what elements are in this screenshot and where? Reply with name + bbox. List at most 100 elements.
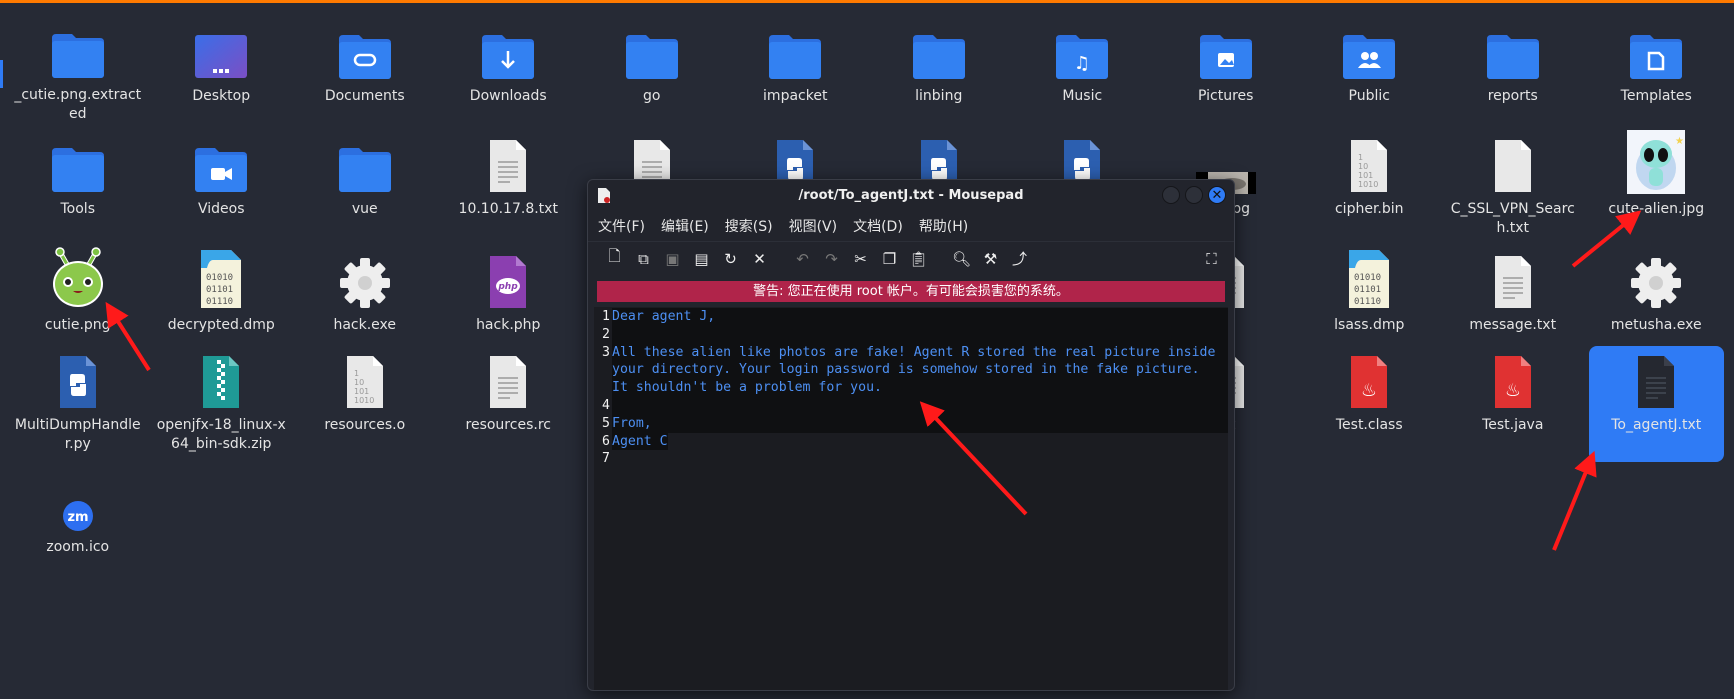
file-item[interactable]: hack.exe <box>297 246 433 340</box>
svg-text:01101: 01101 <box>1354 285 1381 295</box>
file-item[interactable]: MultiDumpHandler.py <box>10 346 146 462</box>
file-label: C_SSL_VPN_Search.txt <box>1450 201 1575 236</box>
text-editor[interactable]: 1 Dear agent J, 2 3 All these alien like pho… <box>594 307 1228 690</box>
line-text <box>612 325 1228 344</box>
folder-icon <box>622 23 682 81</box>
file-item[interactable]: ♨ Test.class <box>1302 346 1438 462</box>
file-item[interactable]: Videos <box>154 130 290 240</box>
copy-icon[interactable]: ❐ <box>875 247 904 271</box>
file-item[interactable]: Public <box>1302 17 1438 124</box>
line-number: 4 <box>602 397 610 413</box>
file-item[interactable]: Templates <box>1589 17 1725 124</box>
line-text <box>612 396 1228 415</box>
menu-document[interactable]: 文档(D) <box>853 216 903 236</box>
go-to-line-icon[interactable]: ⤴ <box>1005 247 1034 271</box>
line-number <box>594 379 612 397</box>
file-item[interactable]: 01010 01101 01110 decrypted.dmp <box>154 246 290 340</box>
menu-file[interactable]: 文件(F) <box>598 216 645 236</box>
editor-line: It shouldn't be a problem for you. <box>594 379 1228 397</box>
cut-icon[interactable]: ✂ <box>846 247 875 271</box>
file-item[interactable]: go <box>584 17 720 124</box>
file-label: Downloads <box>469 88 547 104</box>
file-item[interactable]: 01010 01101 01110 lsass.dmp <box>1302 246 1438 340</box>
file-item[interactable]: vue <box>297 130 433 240</box>
editor-line: 1 Dear agent J, <box>594 308 1228 326</box>
file-item[interactable]: Pictures <box>1158 17 1294 124</box>
file-item[interactable]: Documents <box>297 17 433 124</box>
line-number: 2 <box>602 326 610 342</box>
file-label: Tools <box>60 201 96 217</box>
cutie-image-icon <box>48 247 108 310</box>
folder-icon <box>48 136 108 194</box>
file-item[interactable]: Downloads <box>441 17 577 124</box>
file-item[interactable]: Tools <box>10 130 146 240</box>
minimize-button[interactable] <box>1162 186 1180 204</box>
file-item[interactable]: linbing <box>871 17 1007 124</box>
file-label: go <box>643 88 661 104</box>
line-number: 1 <box>602 309 610 324</box>
text-file-icon <box>1483 252 1543 310</box>
menu-view[interactable]: 视图(V) <box>789 216 838 236</box>
file-item[interactable]: openjfx-18_linux-x64_bin-sdk.zip <box>154 346 290 462</box>
file-item[interactable]: cutie.png <box>10 246 146 340</box>
line-text: Agent C <box>612 432 668 451</box>
redo-icon[interactable]: ↷ <box>817 247 846 271</box>
java-file-icon: ♨ <box>1483 352 1543 410</box>
file-item[interactable]: impacket <box>728 17 864 124</box>
close-button[interactable]: ✕ <box>1208 186 1226 204</box>
file-item[interactable]: ♫ Music <box>1015 17 1151 124</box>
file-label: Videos <box>197 201 245 217</box>
file-item[interactable]: resources.rc <box>441 346 577 462</box>
file-item[interactable]: Desktop <box>154 17 290 124</box>
file-label: Documents <box>324 88 405 104</box>
menu-help[interactable]: 帮助(H) <box>919 216 968 236</box>
line-text: From, <box>612 414 1228 433</box>
file-item[interactable]: To_agentJ.txt <box>1588 346 1724 462</box>
file-item[interactable]: reports <box>1445 17 1581 124</box>
file-label: Music <box>1062 88 1103 104</box>
title-bar[interactable]: /root/To_agentJ.txt - Mousepad ✕ <box>588 180 1234 211</box>
file-item[interactable]: zm zoom.ico <box>10 468 146 562</box>
folder-icon <box>48 23 108 80</box>
line-number: 3 <box>602 344 610 360</box>
dump-file-icon: 01010 01101 01110 <box>1339 250 1399 310</box>
svg-text:♫: ♫ <box>1074 53 1090 74</box>
file-item[interactable]: ★ cute-alien.jpg <box>1589 130 1725 240</box>
svg-text:♨: ♨ <box>1361 380 1377 401</box>
menu-edit[interactable]: 编辑(E) <box>661 216 709 236</box>
file-label: openjfx-18_linux-x64_bin-sdk.zip <box>156 417 286 452</box>
find-replace-icon[interactable]: ⚒ <box>976 247 1005 271</box>
undo-icon[interactable]: ↶ <box>788 247 817 271</box>
top-accent-bar <box>0 0 1734 3</box>
svg-text:01110: 01110 <box>206 297 233 307</box>
file-item[interactable]: 10.10.17.8.txt <box>441 130 577 240</box>
alien-image-icon: ★ <box>1626 130 1686 194</box>
file-item[interactable]: 1 10 101 1010 cipher.bin <box>1302 130 1438 240</box>
file-label: zoom.ico <box>46 539 110 555</box>
open-file-icon[interactable]: ⧉ <box>629 247 658 271</box>
file-label: resources.o <box>324 417 406 433</box>
line-number: 7 <box>602 451 610 467</box>
file-item[interactable]: metusha.exe <box>1589 246 1725 340</box>
maximize-button[interactable] <box>1185 186 1203 204</box>
find-icon[interactable]: 🔍︎ <box>947 247 976 271</box>
new-document-icon[interactable]: 🗋 <box>600 247 629 271</box>
file-item[interactable]: php hack.php <box>441 246 577 340</box>
save-icon[interactable]: ▣ <box>658 247 687 271</box>
file-item[interactable]: 1 10 101 1010 resources.o <box>297 346 433 462</box>
svg-text:10: 10 <box>354 378 364 387</box>
menu-search[interactable]: 搜索(S) <box>725 216 773 236</box>
file-label: hack.exe <box>333 317 397 333</box>
fullscreen-icon[interactable]: ⛶ <box>1197 247 1226 271</box>
file-item[interactable]: _cutie.png.extracted <box>10 17 146 124</box>
file-item[interactable]: ♨ Test.java <box>1445 346 1581 462</box>
file-item[interactable]: message.txt <box>1445 246 1581 340</box>
file-label: 10.10.17.8.txt <box>458 201 558 217</box>
file-label: hack.php <box>476 317 541 333</box>
reload-icon[interactable]: ↻ <box>716 247 745 271</box>
paste-icon[interactable]: 📋︎ <box>904 247 933 271</box>
svg-text:01010: 01010 <box>1354 273 1381 283</box>
close-document-icon[interactable]: ✕ <box>745 247 774 271</box>
file-item[interactable]: C_SSL_VPN_Search.txt <box>1445 130 1581 240</box>
save-as-icon[interactable]: ▤ <box>687 247 716 271</box>
